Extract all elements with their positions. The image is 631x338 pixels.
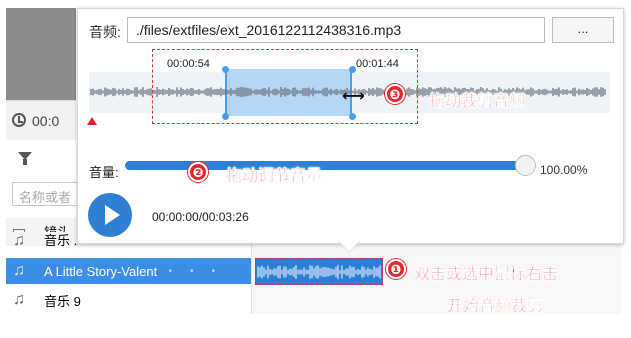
list-item[interactable]: ♫ 音乐 9: [6, 287, 251, 313]
music-note-icon: ♫: [13, 262, 25, 279]
filter-icon-stem: [23, 159, 27, 165]
list-item-label: A Little Story-Valent: [44, 263, 158, 279]
time-readout: 00:00:00/00:03:26: [152, 210, 249, 224]
browse-button[interactable]: ...: [552, 17, 614, 43]
volume-label: 音量:: [89, 165, 119, 180]
audio-label: 音频:: [89, 24, 121, 40]
editor-stage: 00:0 名称或者 ▭ 镜头 ♫ 音乐 . ♫ A Little Story-V…: [0, 0, 631, 338]
play-button[interactable]: [88, 193, 132, 237]
audio-clip[interactable]: [255, 258, 383, 285]
callout-start-line2: 开始音频裁剪: [447, 298, 544, 315]
callout-start: 双击或选中鼠标右击: [414, 266, 559, 283]
step-badge-1: ❶: [386, 259, 406, 279]
clock-icon: [12, 113, 26, 127]
step-badge-3: ❸: [385, 84, 405, 104]
volume-value: 100.00%: [540, 163, 588, 177]
popup-pointer: [338, 240, 360, 252]
search-input[interactable]: 名称或者: [12, 182, 78, 206]
clip-waveform: [257, 265, 381, 279]
callout-volume: 拖动调节音量: [226, 168, 323, 185]
list-item-label: 音乐 9: [44, 293, 81, 309]
music-note-icon: ♫: [13, 291, 25, 308]
row-dots: •••: [168, 265, 233, 277]
playhead-marker-icon[interactable]: [87, 117, 97, 125]
volume-slider[interactable]: [125, 161, 527, 170]
callout-trim: 拖动裁剪音频: [429, 93, 526, 110]
volume-knob[interactable]: [515, 155, 536, 176]
music-note-icon: ♫: [13, 232, 25, 247]
list-item-label: 音乐 .: [44, 233, 78, 246]
step-badge-2: ❷: [188, 162, 208, 182]
audio-path-field[interactable]: ./files/extfiles/ext_2016122112438316.mp…: [127, 17, 545, 43]
trim-highlight-box: [152, 49, 418, 124]
audio-trim-popup: [77, 8, 624, 244]
list-item-selected[interactable]: ♫ A Little Story-Valent •••: [6, 258, 251, 284]
preview-area: [6, 8, 76, 100]
clock-text: 00:0: [32, 113, 60, 129]
